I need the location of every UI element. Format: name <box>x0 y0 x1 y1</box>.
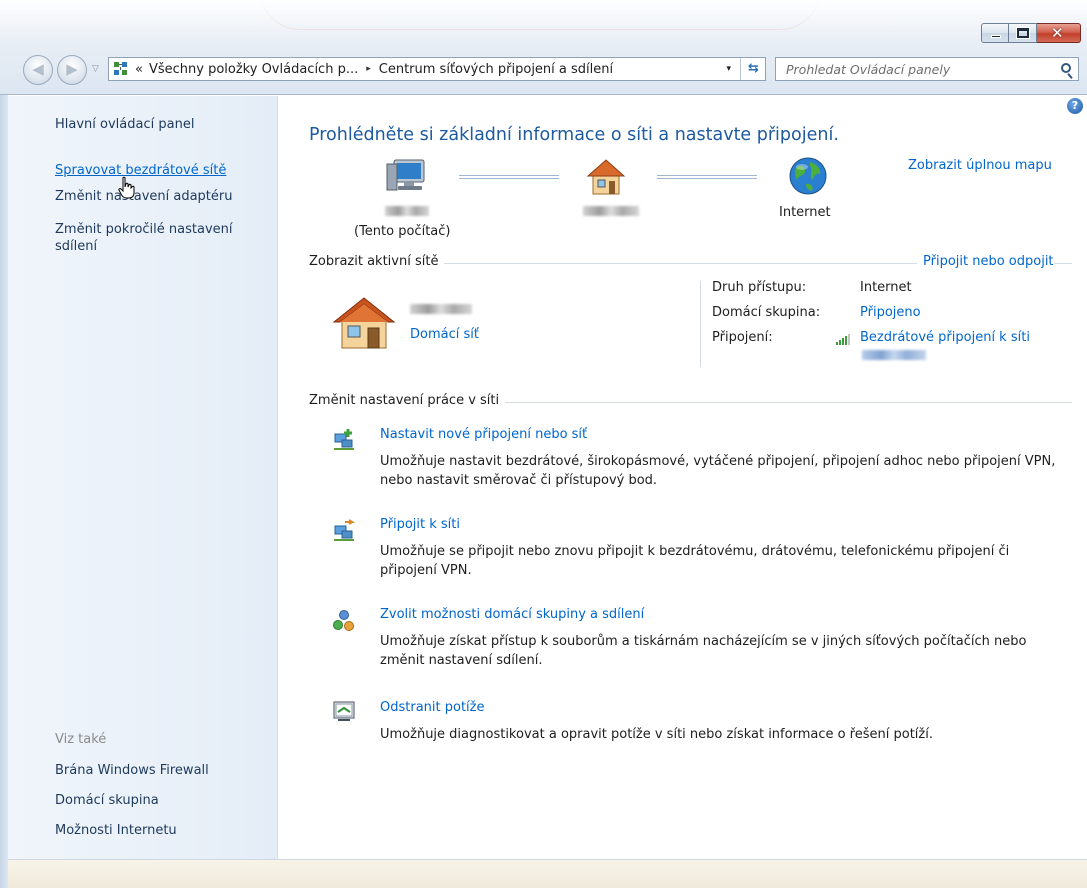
address-dropdown-icon[interactable]: ▾ <box>726 64 731 74</box>
breadcrumb-separator-icon[interactable]: ▸ <box>366 64 371 74</box>
active-networks-title: Zobrazit aktivní sítě <box>309 254 445 269</box>
connect-network-icon <box>334 519 356 541</box>
task-homegroup-desc: Umožňuje získat přístup k souborům a tis… <box>380 634 1027 668</box>
new-connection-icon <box>334 429 354 450</box>
maximize-button[interactable] <box>1009 23 1037 43</box>
map-connection-line-2 <box>657 175 757 179</box>
task-new-connection-link[interactable]: Nastavit nové připojení nebo síť <box>380 427 587 442</box>
homegroup-value-link[interactable]: Připojeno <box>860 305 921 320</box>
access-type-label: Druh přístupu: <box>712 280 807 295</box>
sidebar: Hlavní ovládací panel Spravovat bezdráto… <box>8 96 278 859</box>
forward-arrow-icon: ▶ <box>66 60 78 78</box>
window-controls: ✕ <box>981 23 1081 43</box>
search-input[interactable] <box>786 61 1046 77</box>
task-troubleshoot-link[interactable]: Odstranit potíže <box>380 700 484 715</box>
see-also-internet-options[interactable]: Možnosti Internetu <box>55 822 177 839</box>
window-left-frame <box>0 95 8 888</box>
address-bar[interactable]: « Všechny položky Ovládacích p... ▸ Cent… <box>108 57 766 81</box>
status-bar <box>8 859 1087 888</box>
search-box[interactable] <box>775 57 1079 81</box>
back-arrow-icon: ◀ <box>32 60 44 78</box>
home-network-icon <box>586 159 626 195</box>
see-also-heading: Viz také <box>55 732 107 747</box>
sidebar-item-adapter-settings[interactable]: Změnit nastavení adaptéru <box>55 188 232 205</box>
maximize-icon <box>1017 28 1029 38</box>
change-settings-title: Změnit nastavení práce v síti <box>309 393 506 408</box>
task-troubleshoot-desc: Umožňuje diagnostikovat a opravit potíže… <box>380 727 933 742</box>
computer-icon <box>386 159 425 191</box>
homegroup-label: Domácí skupina: <box>712 305 821 320</box>
house-icon <box>332 297 396 349</box>
home-network-type-link[interactable]: Domácí síť <box>410 327 479 342</box>
connection-label: Připojení: <box>712 330 773 345</box>
forward-button[interactable]: ▶ <box>57 55 87 85</box>
router-name-redacted <box>583 206 639 216</box>
back-button[interactable]: ◀ <box>23 55 53 85</box>
internet-label: Internet <box>779 205 831 220</box>
computer-name-redacted <box>385 206 429 216</box>
task-connect-link[interactable]: Připojit k síti <box>380 517 460 532</box>
sidebar-item-advanced-sharing[interactable]: Změnit pokročilé nastavení sdílení <box>55 221 232 255</box>
page-title: Prohlédněte si základní informace o síti… <box>309 125 839 145</box>
see-also-firewall[interactable]: Brána Windows Firewall <box>55 762 209 779</box>
hand-cursor-icon <box>118 176 135 199</box>
title-bar-watermark <box>260 0 820 30</box>
ssid-redacted <box>862 350 926 360</box>
network-name-redacted <box>410 304 472 314</box>
recent-pages-dropdown[interactable]: ▽ <box>92 64 99 74</box>
search-icon[interactable] <box>1061 63 1071 73</box>
task-homegroup-link[interactable]: Zvolit možnosti domácí skupiny a sdílení <box>380 607 644 622</box>
minimize-icon <box>991 35 1001 38</box>
wireless-signal-icon <box>836 334 850 345</box>
connect-disconnect-link[interactable]: Připojit nebo odpojit <box>917 254 1054 269</box>
breadcrumb-network-center[interactable]: Centrum síťových připojení a sdílení <box>379 62 613 77</box>
this-computer-caption: (Tento počítač) <box>354 224 451 239</box>
refresh-button[interactable]: ⇆ <box>740 58 766 80</box>
help-icon[interactable]: ? <box>1067 98 1083 114</box>
sidebar-item-manage-wireless[interactable]: Spravovat bezdrátové sítě <box>55 162 226 179</box>
task-new-connection-desc: Umožňuje nastavit bezdrátové, širokopásm… <box>380 454 1056 488</box>
task-connect-desc: Umožňuje se připojit nebo znovu připojit… <box>380 544 1010 578</box>
close-button[interactable]: ✕ <box>1037 23 1081 43</box>
refresh-icon: ⇆ <box>748 61 759 76</box>
network-props-divider <box>700 281 701 367</box>
sidebar-item-control-panel-home[interactable]: Hlavní ovládací panel <box>55 116 194 133</box>
minimize-button[interactable] <box>981 23 1009 43</box>
close-icon: ✕ <box>1051 24 1064 42</box>
breadcrumb-overflow[interactable]: « <box>135 62 143 77</box>
wireless-connection-link[interactable]: Bezdrátové připojení k síti <box>860 330 1030 345</box>
map-connection-line-1 <box>459 175 559 179</box>
control-panel-icon <box>113 61 129 77</box>
full-map-link[interactable]: Zobrazit úplnou mapu <box>908 158 1052 173</box>
globe-icon <box>789 157 827 195</box>
access-type-value: Internet <box>860 280 912 295</box>
see-also-homegroup[interactable]: Domácí skupina <box>55 792 159 809</box>
troubleshoot-icon <box>333 701 355 721</box>
breadcrumb-all-control-panel-items[interactable]: Všechny položky Ovládacích p... <box>149 62 358 77</box>
homegroup-icon <box>333 610 354 631</box>
